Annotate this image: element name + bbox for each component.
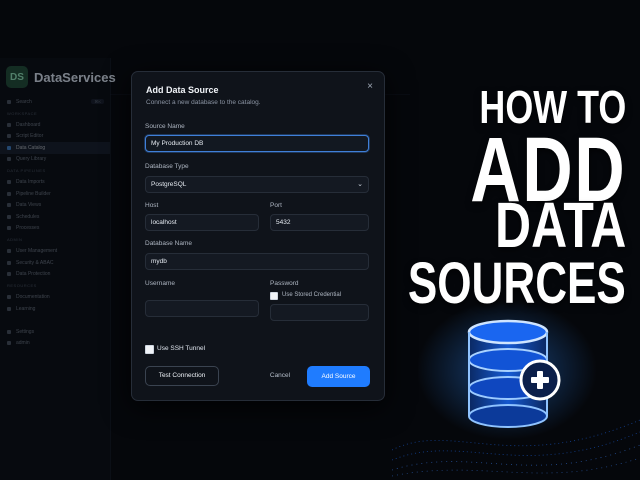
nav-item-icon xyxy=(7,214,11,219)
sidebar-section-label: WORKSPACE xyxy=(0,108,110,120)
sidebar-nav: Search ⌘K WORKSPACE Dashboard Script Editor D… xyxy=(0,96,110,349)
sidebar-item-label: Query Library xyxy=(16,156,47,163)
sidebar-item[interactable]: Schedules xyxy=(0,211,110,223)
sidebar-item-label: Data Catalog xyxy=(16,144,46,151)
password-label: Password xyxy=(270,280,299,287)
sidebar-item[interactable]: Settings xyxy=(0,326,110,338)
sidebar-item-label: DATA PIPELINES xyxy=(7,168,46,174)
stored-credential-checkbox[interactable] xyxy=(270,292,278,300)
dialog-title: Add Data Source xyxy=(146,85,219,95)
database-type-label: Database Type xyxy=(145,163,189,170)
nav-item-icon xyxy=(7,180,11,185)
sidebar-item-label: Search xyxy=(16,98,32,105)
dialog-subtitle: Connect a new database to the catalog. xyxy=(146,99,261,106)
sidebar-item[interactable]: admin xyxy=(0,338,110,350)
sidebar-item[interactable]: Data Protection xyxy=(0,269,110,281)
close-icon[interactable]: × xyxy=(364,81,376,93)
sidebar-item[interactable]: Data Views xyxy=(0,200,110,212)
source-name-input[interactable]: My Production DB xyxy=(145,135,369,152)
sidebar-item[interactable]: Search ⌘K xyxy=(0,96,110,108)
sidebar-item[interactable]: Learning xyxy=(0,303,110,315)
cancel-button[interactable]: Cancel xyxy=(262,366,298,386)
chevron-down-icon: ⌄ xyxy=(357,181,363,188)
sidebar-item-label: Dashboard xyxy=(16,121,41,128)
sidebar-section-label: ADMIN xyxy=(0,234,110,246)
test-connection-button[interactable]: Test Connection xyxy=(145,366,219,386)
ssh-tunnel-checkbox[interactable] xyxy=(145,345,154,354)
sidebar-item[interactable]: Data Imports xyxy=(0,177,110,189)
port-input[interactable]: 5432 xyxy=(270,214,369,231)
brand-logo: DS xyxy=(6,66,28,88)
nav-item-icon xyxy=(7,191,11,196)
nav-item-icon xyxy=(7,145,11,150)
brand: DS DataServices xyxy=(6,66,116,88)
brand-name: DataServices xyxy=(34,69,116,85)
sidebar-item[interactable]: User Management xyxy=(0,246,110,258)
sidebar-section-label: DATA PIPELINES xyxy=(0,165,110,177)
nav-item-icon xyxy=(7,329,11,334)
sidebar-item-label: Pipeline Builder xyxy=(16,190,51,197)
nav-item-icon xyxy=(7,134,11,139)
sidebar-item-label: WORKSPACE xyxy=(7,110,38,116)
nav-item-icon xyxy=(7,260,11,265)
database-name-input[interactable]: mydb xyxy=(145,253,369,270)
headline-line-4: SOURCES xyxy=(408,251,626,316)
host-input[interactable]: localhost xyxy=(145,214,259,231)
sidebar-item-label: Data Views xyxy=(16,202,42,209)
sidebar-item[interactable]: Query Library xyxy=(0,154,110,166)
nav-item-icon xyxy=(7,157,11,162)
sidebar-item[interactable]: Script Editor xyxy=(0,131,110,143)
sidebar-item-label: Security & ABAC xyxy=(16,259,54,266)
sidebar-item[interactable]: Security & ABAC xyxy=(0,257,110,269)
database-name-label: Database Name xyxy=(145,240,192,247)
stored-credential-label: Use Stored Credential xyxy=(282,292,342,298)
sidebar-item-label: Learning xyxy=(16,305,36,312)
sidebar-item[interactable]: Processes xyxy=(0,223,110,235)
sidebar-item-label: ADMIN xyxy=(7,237,23,243)
sidebar-item-label: RESOURCES xyxy=(7,283,37,289)
port-label: Port xyxy=(270,202,282,209)
nav-item-icon xyxy=(7,226,11,231)
sidebar-item[interactable]: Documentation xyxy=(0,292,110,304)
sidebar-item xyxy=(0,315,110,327)
shortcut-badge: ⌘K xyxy=(91,99,104,105)
username-label: Username xyxy=(145,280,175,287)
nav-item-icon xyxy=(7,122,11,127)
headline: HOW TO ADD DATA SOURCES xyxy=(392,0,640,480)
sidebar-item-label: Documentation xyxy=(16,294,50,301)
sidebar-item-label: Script Editor xyxy=(16,133,44,140)
sidebar-item[interactable]: Dashboard xyxy=(0,119,110,131)
nav-item-icon xyxy=(7,341,11,346)
nav-item-icon xyxy=(7,99,11,104)
source-name-label: Source Name xyxy=(145,123,185,130)
nav-item-icon xyxy=(7,249,11,254)
sidebar-item-label: User Management xyxy=(16,248,58,255)
password-input[interactable] xyxy=(270,304,369,321)
sidebar-item[interactable]: Pipeline Builder xyxy=(0,188,110,200)
sidebar-item[interactable]: Data Catalog xyxy=(0,142,110,154)
add-source-button[interactable]: Add Source xyxy=(307,366,370,387)
nav-item-icon xyxy=(7,306,11,311)
sidebar-section-label: RESOURCES xyxy=(0,280,110,292)
host-label: Host xyxy=(145,202,159,209)
sidebar-item-label: Data Imports xyxy=(16,179,45,186)
nav-item-icon xyxy=(7,295,11,300)
sidebar-item-label: Schedules xyxy=(16,213,40,220)
database-type-select[interactable]: PostgreSQL ⌄ xyxy=(145,176,369,193)
username-input[interactable] xyxy=(145,300,259,317)
database-type-value: PostgreSQL xyxy=(151,181,187,188)
ssh-tunnel-label: Use SSH Tunnel xyxy=(157,345,206,352)
sidebar-item-label: Processes xyxy=(16,225,40,232)
nav-item-icon xyxy=(7,272,11,277)
sidebar-item-label: Settings xyxy=(16,328,35,335)
nav-item-icon xyxy=(7,203,11,208)
sidebar-item-label: Data Protection xyxy=(16,271,51,278)
sidebar-item-label: admin xyxy=(16,340,30,347)
